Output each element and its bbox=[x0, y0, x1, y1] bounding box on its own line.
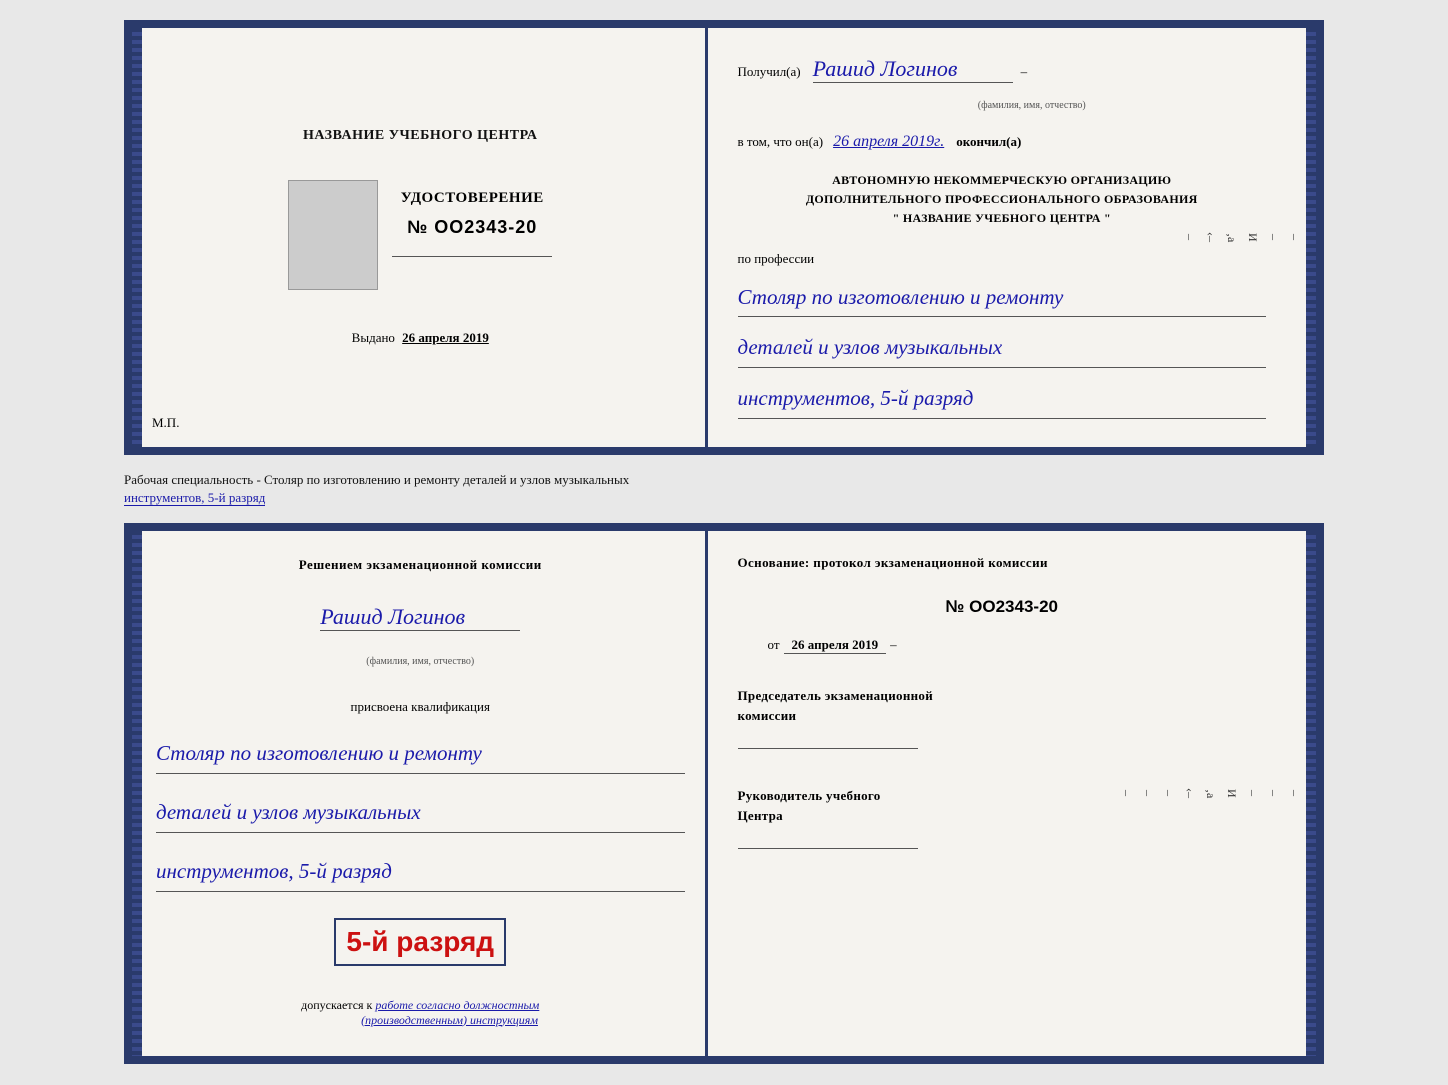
caption-text: Рабочая специальность - Столяр по изгото… bbox=[124, 472, 629, 487]
bottom-date: 26 апреля 2019 bbox=[784, 637, 887, 654]
vtom-prefix: в том, что он(а) bbox=[738, 134, 824, 150]
date-prefix: от bbox=[768, 637, 780, 653]
work-row: допускается к работе согласно должностны… bbox=[301, 998, 539, 1028]
received-name: Рашид Логинов bbox=[813, 56, 1013, 83]
highlight-box: 5-й разряд bbox=[334, 918, 506, 966]
vtom-suffix: окончил(а) bbox=[956, 134, 1021, 150]
highlight-text: 5-й разряд bbox=[346, 926, 494, 958]
school-name-top: НАЗВАНИЕ УЧЕБНОГО ЦЕНТРА bbox=[303, 128, 537, 144]
instruct-text: (производственным) инструкциям bbox=[361, 1013, 538, 1027]
top-right-panel: Получил(а) Рашид Логинов – (фамилия, имя… bbox=[708, 28, 1317, 447]
bottom-right-panel: Основание: протокол экзаменационной коми… bbox=[708, 531, 1317, 1055]
received-prefix: Получил(а) bbox=[738, 64, 801, 80]
bottom-name: Рашид Логинов bbox=[320, 604, 520, 631]
mp-label: М.П. bbox=[152, 415, 179, 431]
edge-marks-bottom: – – – И ‚а ‹– – – – bbox=[1119, 531, 1302, 1055]
udostoverenie-title: УДОСТОВЕРЕНИЕ bbox=[401, 190, 544, 207]
assigned-text: присвоена квалификация bbox=[351, 699, 490, 715]
decision-text: Решением экзаменационной комиссии bbox=[299, 555, 542, 576]
work-text: работе согласно должностным bbox=[375, 998, 539, 1012]
edge-marks-top: – – И ‚а ‹– – bbox=[1182, 28, 1302, 447]
photo-placeholder bbox=[288, 180, 378, 290]
bottom-document: Решением экзаменационной комиссии Рашид … bbox=[124, 523, 1324, 1063]
doc-number-top: № OO2343-20 bbox=[407, 217, 537, 238]
bottom-fio-label: (фамилия, имя, отчество) bbox=[366, 656, 474, 667]
head-signature bbox=[738, 829, 918, 849]
issued-line: Выдано 26 апреля 2019 bbox=[352, 330, 489, 346]
issued-date: 26 апреля 2019 bbox=[402, 330, 489, 345]
caption-row: Рабочая специальность - Столяр по изгото… bbox=[124, 471, 1324, 507]
bottom-left-panel: Решением экзаменационной комиссии Рашид … bbox=[132, 531, 708, 1055]
issued-label: Выдано bbox=[352, 330, 395, 345]
chairman-signature bbox=[738, 729, 918, 749]
qual-line2: деталей и узлов музыкальных bbox=[156, 794, 685, 833]
допускается-label: допускается к bbox=[301, 998, 372, 1012]
qual-line1: Столяр по изготовлению и ремонту bbox=[156, 735, 685, 774]
qual-line3: инструментов, 5-й разряд bbox=[156, 853, 685, 892]
caption-text2: инструментов, 5-й разряд bbox=[124, 490, 265, 506]
vtom-date: 26 апреля 2019г. bbox=[833, 133, 944, 151]
top-document: НАЗВАНИЕ УЧЕБНОГО ЦЕНТРА УДОСТОВЕРЕНИЕ №… bbox=[124, 20, 1324, 455]
top-left-panel: НАЗВАНИЕ УЧЕБНОГО ЦЕНТРА УДОСТОВЕРЕНИЕ №… bbox=[132, 28, 708, 447]
fio-label-top: (фамилия, имя, отчество) bbox=[978, 100, 1086, 111]
